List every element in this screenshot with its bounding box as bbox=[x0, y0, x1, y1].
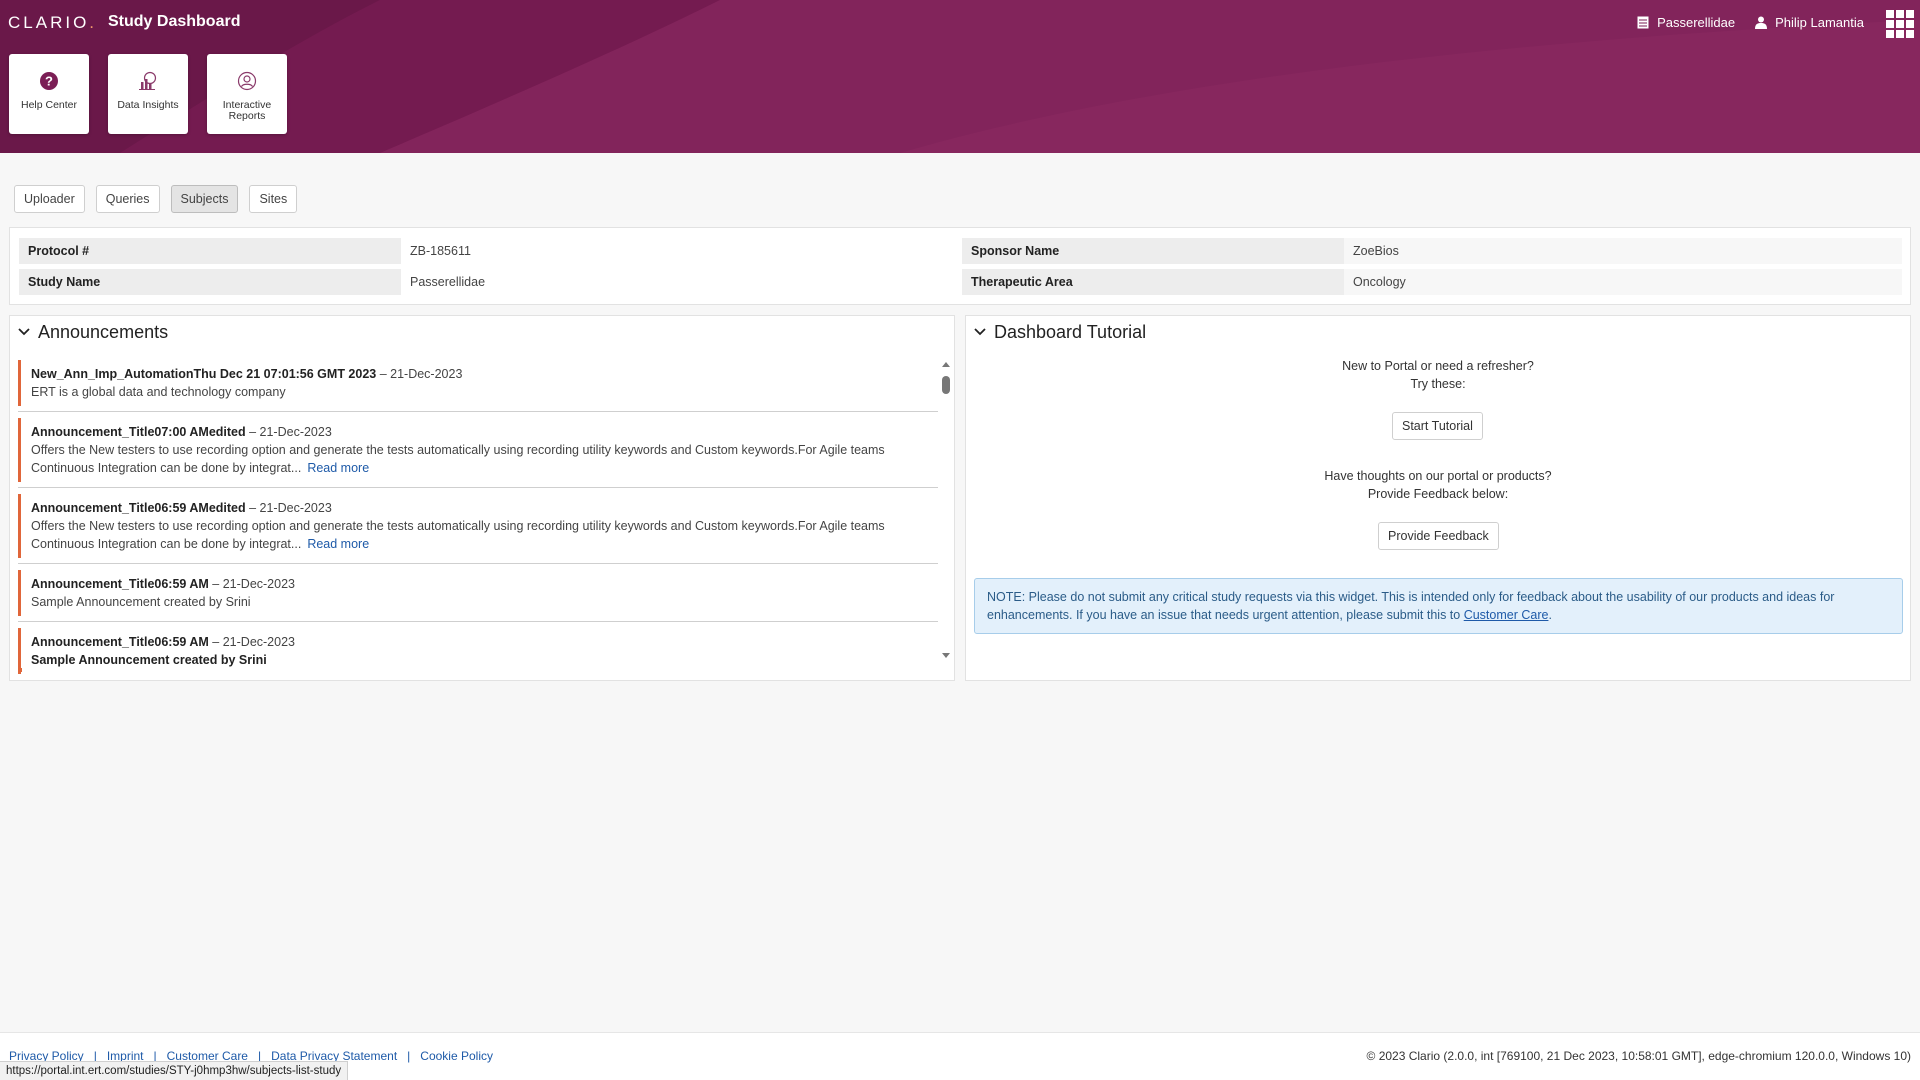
list-item[interactable]: Announcement_Title06:59 AM – 21-Dec-2023… bbox=[18, 570, 938, 622]
app-launcher-icon[interactable] bbox=[1884, 8, 1914, 38]
announcements-title: Announcements bbox=[38, 321, 169, 342]
announcement-title: Announcement_Title06:59 AMedited bbox=[31, 501, 246, 515]
data-insights-label: Data Insights bbox=[117, 99, 179, 111]
help-center-tile[interactable]: ? Help Center bbox=[9, 54, 89, 134]
announcements-scrollbar[interactable] bbox=[940, 360, 952, 660]
read-more-link[interactable]: Read more bbox=[307, 461, 369, 475]
announcement-title: Announcement_Title06:59 AM bbox=[31, 577, 209, 591]
announcement-body: Sample Announcement created by Srini bbox=[31, 653, 267, 667]
announcement-date: – 21-Dec-2023 bbox=[245, 501, 332, 515]
tutorial-title: Dashboard Tutorial bbox=[994, 321, 1147, 342]
scrollbar-thumb[interactable] bbox=[942, 376, 950, 394]
data-insights-tile[interactable]: Data Insights bbox=[108, 54, 188, 134]
tab-uploader[interactable]: Uploader bbox=[14, 185, 85, 213]
note-end: . bbox=[1548, 608, 1552, 622]
announcements-panel: Announcements New_Ann_Imp_AutomationThu … bbox=[9, 315, 955, 681]
tutorial-line-2: Try these: bbox=[1410, 377, 1466, 391]
chevron-down-icon[interactable] bbox=[18, 328, 30, 336]
sponsor-label: Sponsor Name bbox=[962, 238, 1344, 264]
list-item[interactable]: Announcement_Title07:00 AMedited – 21-De… bbox=[18, 418, 938, 488]
announcement-date: – 21-Dec-2023 bbox=[208, 635, 295, 649]
protocol-label: Protocol # bbox=[19, 238, 401, 264]
therapeutic-area-label: Therapeutic Area bbox=[962, 269, 1344, 295]
announcements-list: New_Ann_Imp_AutomationThu Dec 21 07:01:5… bbox=[18, 360, 938, 674]
help-center-label: Help Center bbox=[20, 99, 78, 111]
read-more-link[interactable]: Read more bbox=[307, 537, 369, 551]
user-icon bbox=[1755, 16, 1768, 29]
chevron-down-icon[interactable] bbox=[974, 328, 986, 336]
tutorial-intro: New to Portal or need a refresher? Try t… bbox=[966, 357, 1910, 393]
feedback-note: NOTE: Please do not submit any critical … bbox=[974, 578, 1903, 634]
cookie-policy-link[interactable]: Cookie Policy bbox=[420, 1049, 493, 1063]
announcement-title: New_Ann_Imp_AutomationThu Dec 21 07:01:5… bbox=[31, 367, 377, 381]
list-item[interactable]: Announcement_Title06:59 AMedited – 21-De… bbox=[18, 494, 938, 564]
therapeutic-area-value: Oncology bbox=[1344, 269, 1902, 295]
study-name-label: Study Name bbox=[19, 269, 401, 295]
customer-care-link[interactable]: Customer Care bbox=[1464, 608, 1549, 622]
announcements-header[interactable]: Announcements bbox=[10, 316, 954, 348]
interactive-reports-tile[interactable]: Interactive Reports bbox=[207, 54, 287, 134]
study-info-panel: Protocol # ZB-185611 Sponsor Name ZoeBio… bbox=[9, 227, 1911, 305]
study-name-value: Passerellidae bbox=[410, 275, 486, 289]
svg-text:?: ? bbox=[45, 74, 53, 89]
announcement-body: Offers the New testers to use recording … bbox=[31, 443, 885, 475]
tutorial-line-1: New to Portal or need a refresher? bbox=[1342, 359, 1534, 373]
sponsor-value: ZoeBios bbox=[1344, 238, 1902, 264]
top-bar: CLARIO. Study Dashboard Passerellidae Ph… bbox=[0, 0, 1920, 44]
browser-status-url: https://portal.int.ert.com/studies/STY-j… bbox=[0, 1061, 349, 1080]
provide-feedback-button[interactable]: Provide Feedback bbox=[1378, 522, 1499, 550]
study-tabs: Uploader Queries Subjects Sites bbox=[14, 185, 308, 213]
user-menu[interactable]: Philip Lamantia bbox=[1755, 15, 1864, 30]
announcement-date: – 21-Dec-2023 bbox=[208, 577, 295, 591]
next-item-marker bbox=[19, 668, 22, 672]
dashboard-tutorial-panel: Dashboard Tutorial New to Portal or need… bbox=[965, 315, 1911, 681]
tab-queries[interactable]: Queries bbox=[95, 185, 160, 213]
list-item[interactable]: New_Ann_Imp_AutomationThu Dec 21 07:01:5… bbox=[18, 360, 938, 412]
quick-link-tiles: ? Help Center Data Insights Interactive … bbox=[9, 54, 306, 134]
chart-icon bbox=[139, 71, 157, 90]
study-selector-label: Passerellidae bbox=[1657, 14, 1736, 30]
announcement-title: Announcement_Title06:59 AM bbox=[31, 635, 209, 649]
copyright-text: © 2023 Clario (2.0.0, int [769100, 21 De… bbox=[1366, 1049, 1911, 1063]
note-text: NOTE: Please do not submit any critical … bbox=[987, 590, 1835, 622]
study-selector[interactable]: Passerellidae bbox=[1637, 15, 1735, 30]
protocol-value: ZB-185611 bbox=[410, 244, 471, 258]
announcement-body: Offers the New testers to use recording … bbox=[31, 519, 885, 551]
list-item[interactable]: Announcement_Title06:59 AM – 21-Dec-2023… bbox=[18, 628, 938, 674]
announcement-date: – 21-Dec-2023 bbox=[245, 425, 332, 439]
top-right-controls: Passerellidae Philip Lamantia bbox=[1637, 0, 1920, 44]
study-icon bbox=[1637, 16, 1649, 28]
scroll-down-icon[interactable] bbox=[942, 653, 950, 658]
tab-sites[interactable]: Sites bbox=[249, 185, 298, 213]
announcement-date: – 21-Dec-2023 bbox=[376, 367, 463, 381]
tutorial-header[interactable]: Dashboard Tutorial bbox=[966, 316, 1910, 348]
footer-separator: | bbox=[407, 1049, 411, 1063]
feedback-line-2: Provide Feedback below: bbox=[1367, 487, 1509, 501]
announcement-title: Announcement_Title07:00 AMedited bbox=[31, 425, 246, 439]
header-banner: CLARIO. Study Dashboard Passerellidae Ph… bbox=[0, 0, 1920, 153]
interactive-reports-label: Interactive Reports bbox=[222, 99, 272, 122]
announcement-body: Sample Announcement created by Srini bbox=[31, 595, 251, 609]
clario-logo[interactable]: CLARIO. bbox=[8, 13, 97, 33]
question-circle-icon: ? bbox=[40, 72, 58, 90]
tab-subjects[interactable]: Subjects bbox=[170, 185, 239, 213]
start-tutorial-button[interactable]: Start Tutorial bbox=[1392, 412, 1483, 440]
announcement-body: ERT is a global data and technology comp… bbox=[31, 385, 286, 399]
feedback-intro: Have thoughts on our portal or products?… bbox=[966, 467, 1910, 503]
reports-icon bbox=[237, 71, 257, 91]
user-name: Philip Lamantia bbox=[1775, 14, 1864, 30]
page-title: Study Dashboard bbox=[108, 13, 241, 30]
scroll-up-icon[interactable] bbox=[942, 362, 950, 367]
feedback-line-1: Have thoughts on our portal or products? bbox=[1324, 469, 1552, 483]
